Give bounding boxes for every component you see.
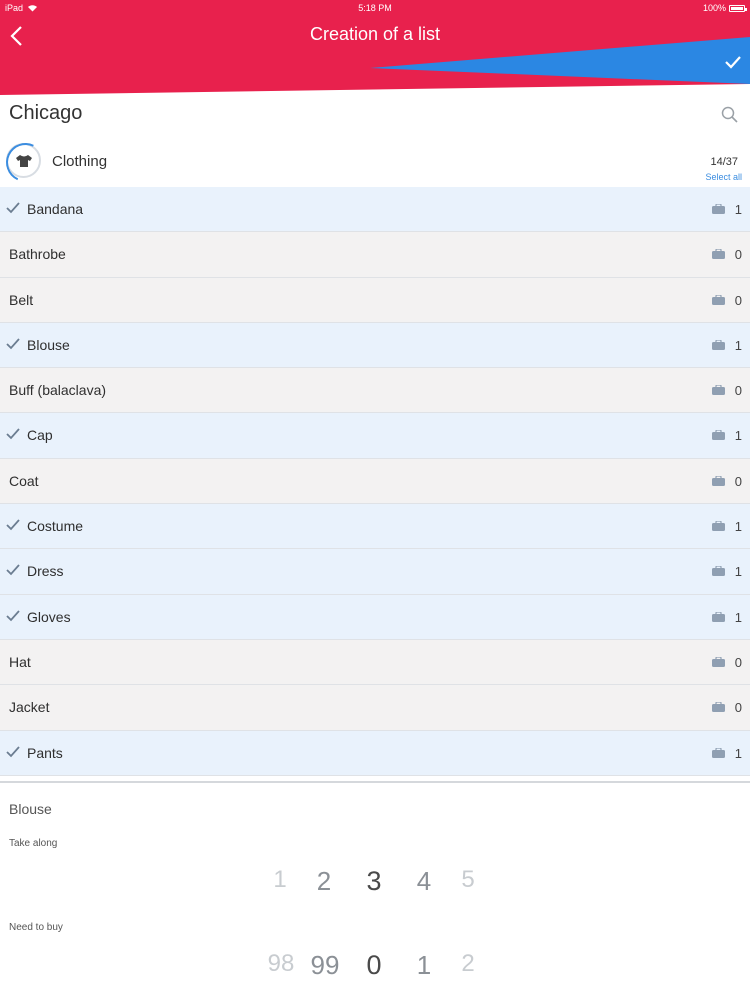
item-quantity: 0 <box>734 292 742 308</box>
item-quantity: 0 <box>734 247 742 263</box>
item-name: Pants <box>27 744 63 761</box>
item-quantity: 0 <box>734 654 742 670</box>
status-time: 5:18 PM <box>358 3 392 13</box>
category-icon-button[interactable] <box>6 143 41 178</box>
list-item[interactable]: Cap 1 <box>0 413 750 459</box>
checkmark-icon <box>6 428 20 440</box>
take-along-option[interactable]: 4 <box>404 866 444 897</box>
item-name: Hat <box>9 653 31 670</box>
item-quantity: 1 <box>734 428 742 444</box>
item-quantity: 1 <box>734 745 742 761</box>
category-count: 14/37 <box>710 156 738 168</box>
battery-icon <box>729 4 747 12</box>
category-label: Clothing <box>52 153 108 170</box>
item-name: Dress <box>27 563 64 580</box>
item-name: Bandana <box>27 201 84 217</box>
take-along-picker[interactable]: 1 2 3 4 5 <box>0 866 750 902</box>
search-icon <box>721 106 738 123</box>
list-item[interactable]: Hat 0 <box>0 639 750 686</box>
need-to-buy-option[interactable]: 98 <box>261 950 301 978</box>
suitcase-icon <box>712 475 725 486</box>
item-name: Blouse <box>27 336 70 353</box>
take-along-option[interactable]: 2 <box>304 866 344 897</box>
status-bar: iPad 5:18 PM 100% <box>0 0 750 16</box>
list-item[interactable]: Blouse 1 <box>0 322 750 369</box>
need-to-buy-selected-option[interactable]: 0 <box>354 950 394 981</box>
need-to-buy-picker[interactable]: 98 99 0 1 2 <box>0 950 750 986</box>
list-item[interactable]: Bandana 1 <box>0 187 750 233</box>
suitcase-icon <box>712 656 725 667</box>
battery-percent: 100% <box>702 3 726 13</box>
tshirt-icon <box>15 154 32 167</box>
suitcase-icon <box>712 204 725 214</box>
location-title: Chicago <box>9 102 83 124</box>
list-item[interactable]: Gloves 1 <box>0 594 750 640</box>
suitcase-icon <box>712 294 725 305</box>
take-along-option[interactable]: 5 <box>448 866 488 894</box>
suitcase-icon <box>712 430 725 441</box>
suitcase-icon <box>712 702 725 713</box>
suitcase-icon <box>712 249 725 260</box>
list-item[interactable]: Dress 1 <box>0 549 750 595</box>
item-quantity: 1 <box>734 202 742 217</box>
checkmark-icon <box>725 56 741 69</box>
list-item[interactable]: Bathrobe 0 <box>0 232 750 278</box>
checkmark-icon <box>6 745 20 757</box>
confirm-button[interactable] <box>720 50 746 74</box>
checkmark-icon <box>6 519 20 531</box>
list-item[interactable]: Pants 1 <box>0 730 750 776</box>
suitcase-icon <box>712 747 725 758</box>
item-quantity: 0 <box>734 383 742 399</box>
suitcase-icon <box>712 521 725 532</box>
list-item[interactable]: Costume 1 <box>0 504 750 550</box>
take-along-option[interactable]: 1 <box>260 866 300 894</box>
selected-item-title: Blouse <box>9 801 52 817</box>
item-name: Cap <box>27 427 53 444</box>
take-along-selected-option[interactable]: 3 <box>354 866 394 897</box>
item-quantity: 1 <box>734 519 742 535</box>
item-list: Bandana 1 Bathrobe 0 Belt 0 Blouse 1 Buff (balac… <box>0 187 750 783</box>
item-quantity: 1 <box>734 337 742 353</box>
page-title: Creation of a list <box>309 24 441 44</box>
item-name: Bathrobe <box>9 246 66 263</box>
take-along-label: Take along <box>9 838 58 849</box>
search-button[interactable] <box>720 105 740 125</box>
checkmark-icon <box>6 610 20 621</box>
item-name: Coat <box>9 472 39 489</box>
suitcase-icon <box>712 339 725 350</box>
item-quantity: 0 <box>734 473 742 489</box>
list-item[interactable]: Jacket 0 <box>0 685 750 731</box>
need-to-buy-label: Need to buy <box>9 922 63 933</box>
suitcase-icon <box>712 611 725 622</box>
need-to-buy-option[interactable]: 1 <box>404 950 444 981</box>
item-quantity: 1 <box>734 609 742 625</box>
checkmark-icon <box>6 564 20 576</box>
item-name: Buff (balaclava) <box>9 382 107 399</box>
need-to-buy-option[interactable]: 2 <box>448 950 488 978</box>
list-item[interactable]: Belt 0 <box>0 277 750 323</box>
need-to-buy-option[interactable]: 99 <box>305 950 345 981</box>
category-header: Clothing 14/37 Select all <box>0 140 750 186</box>
checkmark-icon <box>6 202 20 214</box>
select-all-link[interactable]: Select all <box>705 172 742 182</box>
item-name: Belt <box>9 291 34 308</box>
item-name: Gloves <box>27 608 71 625</box>
suitcase-icon <box>712 566 725 577</box>
checkmark-icon <box>6 338 20 350</box>
list-item[interactable]: Buff (balaclava) 0 <box>0 368 750 414</box>
item-name: Costume <box>27 518 84 535</box>
list-item[interactable]: Coat 0 <box>0 458 750 505</box>
item-name: Jacket <box>9 699 50 716</box>
suitcase-icon <box>712 385 725 396</box>
item-quantity: 1 <box>734 564 742 580</box>
item-quantity: 0 <box>734 700 742 716</box>
